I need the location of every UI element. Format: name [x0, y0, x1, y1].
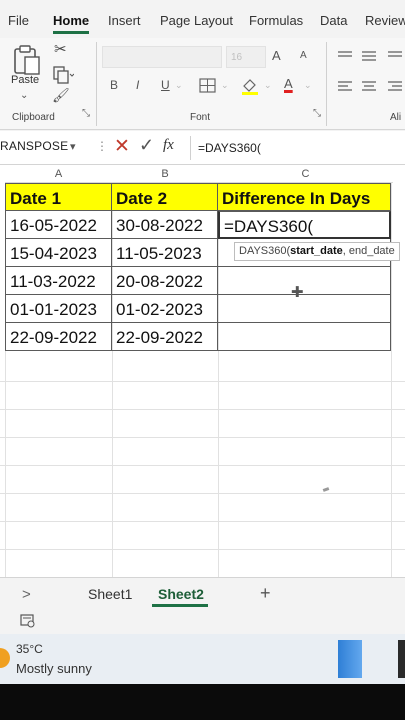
sheet-tab-sheet1[interactable]: Sheet1 [88, 586, 132, 602]
gridline [0, 549, 405, 550]
cancel-icon[interactable]: ✕ [114, 135, 130, 158]
ribbon: Paste ⌄ ✂ 🖌 Clipboard ⤡ 16 A A B I U ⌄ ⌄… [0, 38, 405, 130]
tooltip-function: DAYS360( [239, 245, 291, 257]
active-tab-indicator [53, 31, 89, 34]
header-cell-difference[interactable]: Difference In Days [218, 183, 391, 211]
gridline [0, 409, 405, 410]
sheet-tab-bar: > Sheet1 Sheet2 + [0, 577, 405, 609]
header-cell-date2[interactable]: Date 2 [112, 183, 218, 211]
insert-function-icon[interactable]: fx [163, 137, 174, 154]
copy-icon[interactable] [52, 66, 75, 84]
format-painter-icon[interactable]: 🖌 [52, 87, 70, 104]
alignment-icons[interactable] [336, 48, 405, 108]
cell-c4[interactable] [218, 267, 391, 295]
italic-button[interactable]: I [136, 78, 139, 92]
enter-icon[interactable]: ✓ [139, 135, 154, 156]
weather-condition[interactable]: Mostly sunny [16, 661, 92, 676]
formula-bar-separator [190, 136, 191, 160]
cell-a3[interactable]: 15-04-2023 [5, 239, 112, 267]
accessibility-icon[interactable] [20, 614, 36, 628]
menu-bar: File Home Insert Page Layout Formulas Da… [0, 0, 405, 38]
underline-dropdown-icon[interactable]: ⌄ [175, 80, 183, 91]
excel-window: File Home Insert Page Layout Formulas Da… [0, 0, 405, 720]
gridline [0, 381, 405, 382]
font-color-dropdown-icon[interactable]: ⌄ [304, 80, 312, 91]
more-options-icon[interactable]: ⋮ [96, 139, 108, 153]
tab-formulas[interactable]: Formulas [249, 13, 303, 28]
tooltip-rest: , end_date [342, 245, 395, 257]
tab-insert[interactable]: Insert [108, 13, 141, 28]
name-box[interactable]: RANSPOSE [0, 139, 68, 153]
header-cell-date1[interactable]: Date 1 [5, 183, 112, 211]
cell-c5[interactable] [218, 295, 391, 323]
cell-a4[interactable]: 11-03-2022 [5, 267, 112, 295]
alignment-group-label: Ali [390, 112, 402, 123]
pointer-mark [322, 487, 330, 492]
function-tooltip[interactable]: DAYS360(start_date, end_date [234, 242, 400, 261]
paste-button-label[interactable]: Paste [11, 74, 39, 86]
start-button-icon[interactable] [338, 640, 362, 678]
cell-b5[interactable]: 01-02-2023 [112, 295, 218, 323]
borders-icon[interactable] [199, 78, 217, 94]
tab-page-layout[interactable]: Page Layout [160, 13, 233, 28]
ribbon-separator [96, 42, 97, 126]
gridline [0, 521, 405, 522]
cell-b4[interactable]: 20-08-2022 [112, 267, 218, 295]
cell-c6[interactable] [218, 323, 391, 351]
taskbar: 35°C Mostly sunny [0, 634, 405, 684]
grow-font-button[interactable]: A [272, 48, 281, 63]
fill-color-dropdown-icon[interactable]: ⌄ [264, 80, 272, 91]
formula-input[interactable]: =DAYS360( [198, 141, 261, 155]
sheet-nav-next-icon[interactable]: > [22, 586, 31, 603]
cell-b2[interactable]: 30-08-2022 [112, 211, 218, 239]
column-header-c[interactable]: C [218, 165, 393, 183]
weather-icon[interactable] [0, 648, 10, 668]
paste-icon[interactable] [12, 44, 42, 76]
tab-review[interactable]: Review [365, 13, 405, 28]
column-header-a[interactable]: A [5, 165, 112, 183]
clipboard-launcher-icon[interactable]: ⤡ [82, 108, 90, 119]
cut-icon[interactable]: ✂ [54, 40, 67, 58]
underline-button[interactable]: U [161, 78, 170, 92]
weather-temperature[interactable]: 35°C [16, 642, 43, 656]
screen-bezel [0, 684, 405, 720]
cell-c2-active[interactable]: =DAYS360( [218, 211, 391, 239]
font-launcher-icon[interactable]: ⤡ [313, 108, 321, 119]
bold-button[interactable]: B [110, 78, 118, 92]
font-color-button[interactable]: A [284, 76, 293, 91]
cell-b6[interactable]: 22-09-2022 [112, 323, 218, 351]
cell-a5[interactable]: 01-01-2023 [5, 295, 112, 323]
font-group-label: Font [190, 112, 211, 123]
cell-a2[interactable]: 16-05-2022 [5, 211, 112, 239]
status-bar [0, 609, 405, 634]
taskbar-edge [398, 640, 405, 678]
column-header-b[interactable]: B [112, 165, 218, 183]
ribbon-separator [326, 42, 327, 126]
tab-file[interactable]: File [8, 13, 29, 28]
worksheet-grid[interactable]: A B C Date 1 Date 2 Difference In Days 1… [0, 165, 405, 577]
paste-dropdown-icon[interactable]: ⌄ [20, 90, 28, 101]
font-name-box[interactable] [102, 46, 222, 68]
gridline [0, 437, 405, 438]
formula-bar: RANSPOSE ▾ ⋮ ✕ ✓ fx =DAYS360( [0, 131, 405, 165]
shrink-font-button[interactable]: A [300, 50, 307, 61]
gridline [0, 465, 405, 466]
add-sheet-button[interactable]: + [260, 583, 271, 604]
fill-color-icon[interactable] [240, 76, 260, 96]
cell-cursor-icon: ✚ [291, 284, 304, 301]
cell-b3[interactable]: 11-05-2023 [112, 239, 218, 267]
borders-dropdown-icon[interactable]: ⌄ [221, 80, 229, 91]
name-box-dropdown-icon[interactable]: ▾ [70, 140, 76, 153]
clipboard-group-label: Clipboard [12, 112, 55, 123]
active-sheet-indicator [152, 604, 208, 607]
cell-a6[interactable]: 22-09-2022 [5, 323, 112, 351]
font-size-box[interactable]: 16 [226, 46, 266, 68]
tab-data[interactable]: Data [320, 13, 347, 28]
sheet-tab-sheet2[interactable]: Sheet2 [158, 586, 204, 602]
gridline [0, 493, 405, 494]
tab-home[interactable]: Home [53, 13, 89, 28]
tooltip-active-arg[interactable]: start_date [290, 245, 343, 257]
